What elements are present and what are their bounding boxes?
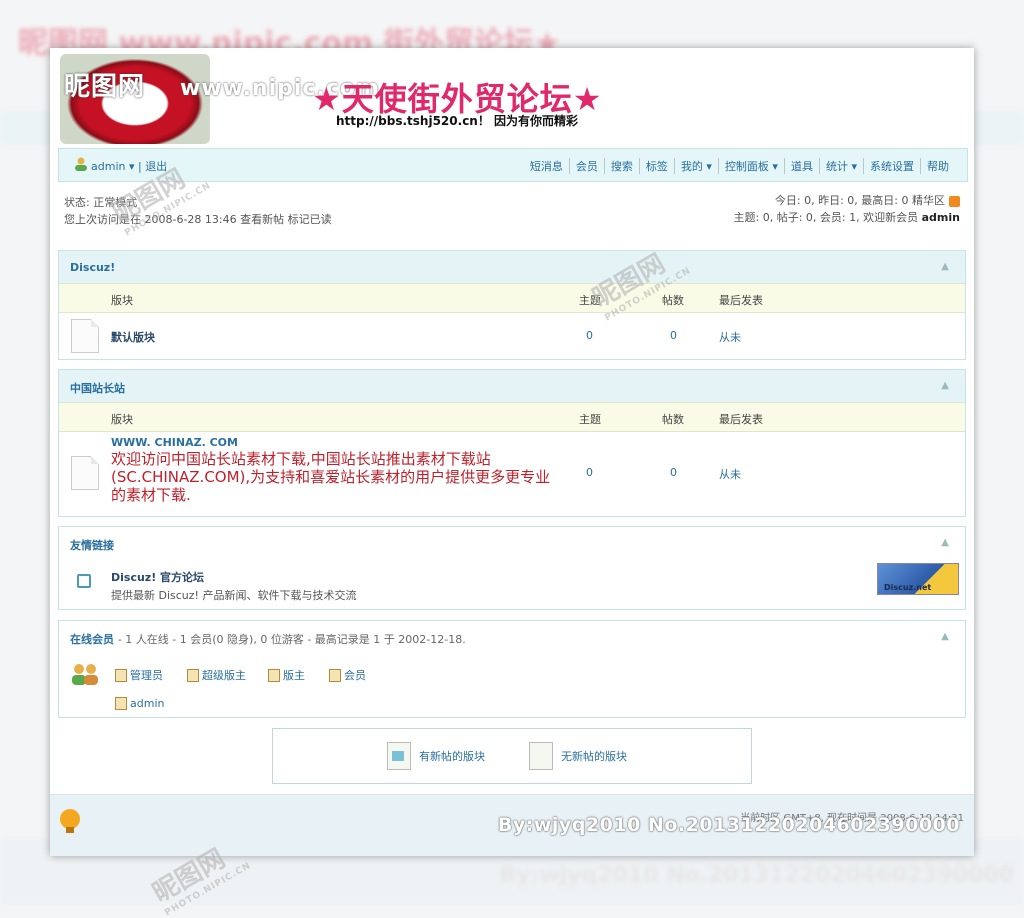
user-group-icon [187,668,199,682]
user-icon [115,697,127,710]
col-forum: 版块 [111,294,133,307]
group-label: 管理员 [130,669,163,682]
nav-tags[interactable]: 标签 [640,158,675,174]
online-label[interactable]: 在线会员 [70,633,114,646]
forum-last-post: 从未 [719,468,741,481]
category-discuz: Discuz! ▲ 版块 主题 帖数 最后发表 默认版块 0 0 从未 [58,250,966,360]
user-group-icon [115,668,127,682]
column-headers: 版块 主题 帖数 最后发表 [59,283,965,313]
links-header: 友情链接 ▲ [59,527,965,559]
nav-control-panel[interactable]: 控制面板 ▾ [719,158,785,174]
forum-last-post: 从未 [719,331,741,344]
link-icon [77,574,91,588]
col-last: 最后发表 [719,413,763,426]
legend-box: 有新帖的版块 无新帖的版块 [272,728,752,784]
col-forum: 版块 [111,413,133,426]
category-chinaz: 中国站长站 ▲ 版块 主题 帖数 最后发表 WWW. CHINAZ. COM 欢… [58,369,966,517]
ad-text[interactable]: 欢迎访问中国站长站素材下载,中国站长站推出素材下载站(SC.CHINAZ.COM… [111,450,551,504]
links-title: 友情链接 [70,539,114,552]
forum-threads: 0 [586,466,593,479]
forum-posts: 0 [670,329,677,342]
col-last: 最后发表 [719,294,763,307]
nav-my[interactable]: 我的 ▾ [675,158,719,174]
col-threads: 主题 [579,413,601,426]
online-user[interactable]: admin [115,697,164,710]
legend-none-label: 无新帖的版块 [561,750,627,763]
forum-banner: 昵图网 www.nipic.com ★天使街外贸论坛★ http://bbs.t… [50,48,974,146]
nav-messages[interactable]: 短消息 [524,158,570,174]
forum-threads: 0 [586,329,593,342]
forum-stats: 今日: 0, 昨日: 0, 最高日: 0 精华区 主题: 0, 帖子: 0, 会… [734,192,960,226]
group-label: 版主 [283,669,305,682]
collapse-icon[interactable]: ▲ [941,537,949,548]
online-header: 在线会员 - 1 人在线 - 1 会员(0 隐身), 0 位游客 - 最高记录是… [59,621,965,653]
username-link[interactable]: admin [91,160,125,173]
forum-name[interactable]: 默认版块 [111,329,155,345]
group-mod: 版主 [268,667,305,683]
link-desc: 提供最新 Discuz! 产品新闻、软件下载与技术交流 [111,589,357,602]
group-label: 超级版主 [202,669,246,682]
nav-stats[interactable]: 统计 ▾ [820,158,864,174]
legend-none: 无新帖的版块 [529,742,627,770]
legend-new: 有新帖的版块 [387,742,485,770]
forum-status-icon [71,456,99,490]
collapse-icon[interactable]: ▲ [941,261,949,272]
nav-tools[interactable]: 道具 [785,158,820,174]
status-info: 状态: 正常模式 您上次访问是在 2008-6-28 13:46 查看新帖 标记… [64,194,332,228]
link-name[interactable]: Discuz! 官方论坛 [111,569,204,585]
forum-status-icon [71,319,99,353]
online-title: 在线会员 - 1 人在线 - 1 会员(0 隐身), 0 位游客 - 最高记录是… [70,631,466,647]
watermark-text: By:wjyq2010 No.20131220204602390000 [497,814,960,836]
nav-search[interactable]: 搜索 [605,158,640,174]
user-group-icon [268,668,280,682]
users-icon [72,664,98,685]
forum-row: WWW. CHINAZ. COM 欢迎访问中国站长站素材下载,中国站长站推出素材… [59,432,965,516]
discuz-banner[interactable]: Discuz.net [877,563,959,595]
col-posts: 帖数 [662,413,684,426]
collapse-icon[interactable]: ▲ [941,380,949,391]
lightbulb-icon [60,809,80,833]
online-summary: - 1 人在线 - 1 会员(0 隐身), 0 位游客 - 最高记录是 1 于 … [117,633,466,646]
nav-members[interactable]: 会员 [570,158,605,174]
user-icon [75,157,87,171]
ad-url-link[interactable]: WWW. CHINAZ. COM [111,436,238,449]
user-group-icon [329,668,341,682]
stats-today[interactable]: 今日: 0, 昨日: 0, 最高日: 0 精华区 [775,194,945,207]
group-member: 会员 [329,667,366,683]
group-super-mod: 超级版主 [187,667,246,683]
forum-row: 默认版块 0 0 从未 [59,313,965,359]
friend-links: 友情链接 ▲ Discuz! 官方论坛 提供最新 Discuz! 产品新闻、软件… [58,526,966,610]
col-posts: 帖数 [662,294,684,307]
collapse-icon[interactable]: ▲ [941,631,949,642]
last-visit[interactable]: 您上次访问是在 2008-6-28 13:46 查看新帖 标记已读 [64,211,332,228]
forum-posts: 0 [670,466,677,479]
banner-text: Discuz.net [884,583,932,592]
newest-member[interactable]: admin [922,211,960,224]
column-headers: 版块 主题 帖数 最后发表 [59,402,965,432]
nav-help[interactable]: 帮助 [921,158,955,174]
nav-settings[interactable]: 系统设置 [864,158,921,174]
nav-menu: 短消息 会员 搜索 标签 我的 ▾ 控制面板 ▾ 道具 统计 ▾ 系统设置 帮助 [524,158,955,174]
legend-new-label: 有新帖的版块 [419,750,485,763]
site-logo: 昵图网 [64,72,146,102]
category-header: Discuz! ▲ [59,251,965,283]
category-title[interactable]: 中国站长站 [70,380,125,396]
online-members: 在线会员 - 1 人在线 - 1 会员(0 隐身), 0 位游客 - 最高记录是… [58,620,966,718]
new-posts-icon [387,742,411,770]
rss-icon[interactable] [949,195,960,207]
bg-footer-mark: By:wjyq2010 No.20131220204602390000 [499,863,1014,888]
online-username[interactable]: admin [130,697,164,710]
group-label: 会员 [344,669,366,682]
stats-totals: 主题: 0, 帖子: 0, 会员: 1, 欢迎新会员 [733,211,919,224]
category-title[interactable]: Discuz! [70,261,115,274]
no-new-posts-icon [529,742,553,770]
forum-subtitle[interactable]: http://bbs.tshj520.cn！ 因为有你而精彩 [336,112,578,129]
group-admin: 管理员 [115,667,163,683]
category-header: 中国站长站 ▲ [59,370,965,402]
